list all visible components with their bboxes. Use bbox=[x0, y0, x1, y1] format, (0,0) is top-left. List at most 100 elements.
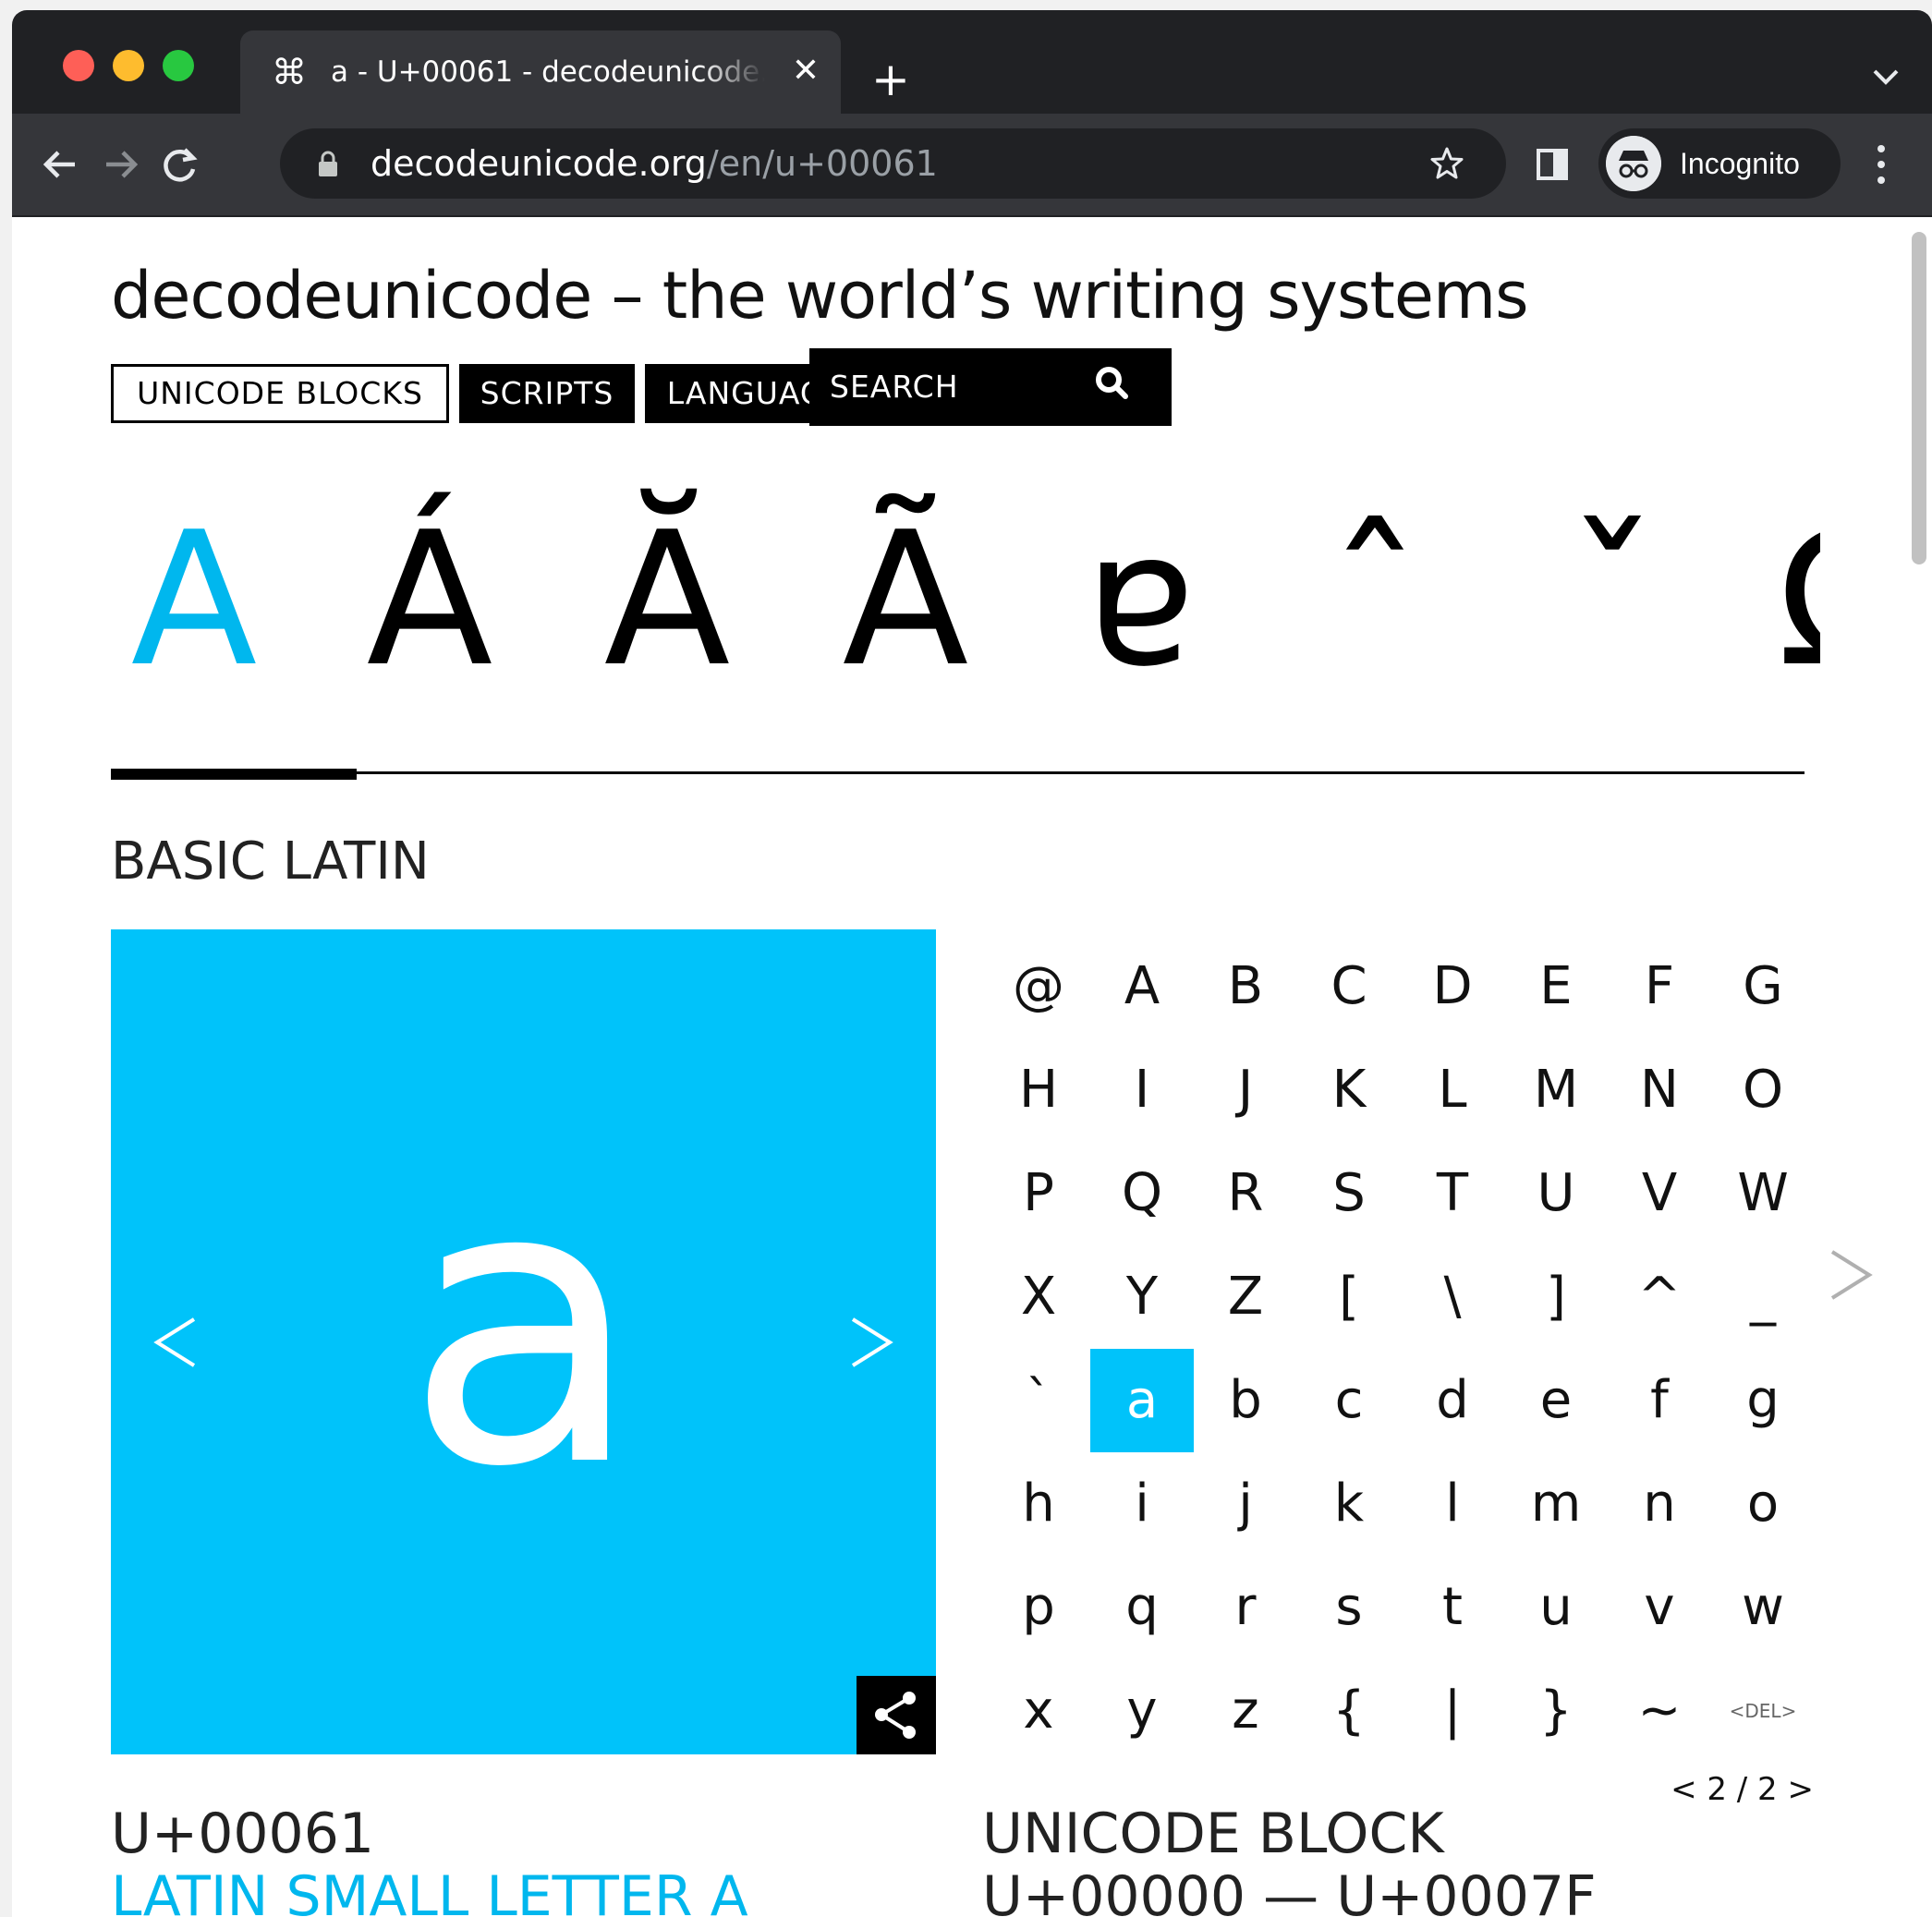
grid-character[interactable]: l bbox=[1401, 1452, 1504, 1556]
incognito-profile-button[interactable]: Incognito bbox=[1598, 128, 1841, 199]
grid-character[interactable]: v bbox=[1608, 1556, 1711, 1659]
grid-pager[interactable]: < 2 / 2 > bbox=[1666, 1769, 1814, 1810]
related-glyph[interactable]: Á bbox=[346, 485, 513, 716]
grid-character[interactable]: ^ bbox=[1608, 1245, 1711, 1349]
grid-character[interactable]: T bbox=[1401, 1142, 1504, 1245]
grid-character[interactable]: i bbox=[1090, 1452, 1194, 1556]
grid-character[interactable]: F bbox=[1608, 935, 1711, 1038]
grid-character[interactable]: C bbox=[1297, 935, 1401, 1038]
grid-character[interactable]: t bbox=[1401, 1556, 1504, 1659]
grid-character[interactable]: D bbox=[1401, 935, 1504, 1038]
search-icon[interactable] bbox=[1094, 365, 1131, 402]
new-tab-icon[interactable]: + bbox=[868, 56, 914, 103]
related-glyph[interactable]: Ã bbox=[822, 485, 989, 716]
grid-character[interactable]: L bbox=[1401, 1038, 1504, 1142]
grid-character[interactable]: n bbox=[1608, 1452, 1711, 1556]
next-character-icon[interactable] bbox=[844, 1310, 899, 1375]
grid-character[interactable]: S bbox=[1297, 1142, 1401, 1245]
grid-character[interactable]: A bbox=[1090, 935, 1194, 1038]
grid-character[interactable]: G bbox=[1711, 935, 1815, 1038]
grid-character[interactable]: P bbox=[987, 1142, 1090, 1245]
related-glyph[interactable]: Ω bbox=[1765, 485, 1820, 716]
related-glyph[interactable]: A bbox=[111, 485, 277, 716]
tab-close-icon[interactable]: ✕ bbox=[785, 51, 826, 91]
reload-icon[interactable] bbox=[154, 140, 204, 189]
grid-character[interactable]: Z bbox=[1194, 1245, 1297, 1349]
grid-character[interactable]: { bbox=[1297, 1659, 1401, 1763]
page-scrollbar[interactable] bbox=[1912, 224, 1930, 1915]
related-glyph[interactable]: ˆ bbox=[1292, 485, 1458, 716]
character-name[interactable]: LATIN SMALL LETTER A bbox=[111, 1862, 748, 1917]
grid-character[interactable]: } bbox=[1504, 1659, 1608, 1763]
grid-character[interactable]: K bbox=[1297, 1038, 1401, 1142]
grid-character[interactable]: s bbox=[1297, 1556, 1401, 1659]
close-window-button[interactable] bbox=[63, 50, 94, 81]
grid-character[interactable]: ` bbox=[987, 1349, 1090, 1452]
grid-character[interactable]: J bbox=[1194, 1038, 1297, 1142]
grid-character[interactable]: e bbox=[1504, 1349, 1608, 1452]
previous-character-icon[interactable] bbox=[148, 1310, 203, 1375]
grid-character[interactable]: r bbox=[1194, 1556, 1297, 1659]
grid-character[interactable]: j bbox=[1194, 1452, 1297, 1556]
grid-character[interactable]: Y bbox=[1090, 1245, 1194, 1349]
more-menu-icon[interactable] bbox=[1877, 145, 1886, 184]
grid-character[interactable]: p bbox=[987, 1556, 1090, 1659]
grid-character[interactable]: E bbox=[1504, 935, 1608, 1038]
grid-character[interactable]: d bbox=[1401, 1349, 1504, 1452]
grid-character[interactable]: W bbox=[1711, 1142, 1815, 1245]
active-tab[interactable]: ⌘ a - U+00061 - decodeunicode.org ✕ bbox=[240, 30, 841, 114]
grid-character[interactable]: \ bbox=[1401, 1245, 1504, 1349]
related-glyph[interactable]: Ă bbox=[584, 485, 750, 716]
grid-character[interactable]: ~ bbox=[1608, 1659, 1711, 1763]
grid-character[interactable]: z bbox=[1194, 1659, 1297, 1763]
grid-character[interactable]: c bbox=[1297, 1349, 1401, 1452]
grid-character[interactable]: q bbox=[1090, 1556, 1194, 1659]
nav-scripts[interactable]: SCRIPTS bbox=[459, 364, 635, 423]
star-icon[interactable] bbox=[1428, 145, 1465, 182]
search-input[interactable]: SEARCH bbox=[809, 348, 1172, 426]
grid-character[interactable]: y bbox=[1090, 1659, 1194, 1763]
tab-search-icon[interactable] bbox=[1867, 58, 1904, 95]
grid-character[interactable]: f bbox=[1608, 1349, 1711, 1452]
grid-character[interactable]: w bbox=[1711, 1556, 1815, 1659]
related-glyph[interactable]: ɐ bbox=[1057, 485, 1223, 716]
grid-character[interactable]: ] bbox=[1504, 1245, 1608, 1349]
grid-character[interactable]: @ bbox=[987, 935, 1090, 1038]
grid-character[interactable]: X bbox=[987, 1245, 1090, 1349]
grid-character[interactable]: g bbox=[1711, 1349, 1815, 1452]
grid-character[interactable]: [ bbox=[1297, 1245, 1401, 1349]
nav-unicode-blocks[interactable]: UNICODE BLOCKS bbox=[111, 364, 449, 423]
next-block-page-icon[interactable] bbox=[1823, 1243, 1878, 1307]
grid-character[interactable]: x bbox=[987, 1659, 1090, 1763]
grid-character[interactable]: Q bbox=[1090, 1142, 1194, 1245]
grid-character[interactable]: | bbox=[1401, 1659, 1504, 1763]
grid-character[interactable]: k bbox=[1297, 1452, 1401, 1556]
grid-character[interactable]: M bbox=[1504, 1038, 1608, 1142]
side-panel-icon[interactable] bbox=[1537, 149, 1568, 180]
zoom-window-button[interactable] bbox=[163, 50, 194, 81]
grid-character[interactable]: h bbox=[987, 1452, 1090, 1556]
grid-character[interactable]: a bbox=[1090, 1349, 1194, 1452]
grid-character[interactable]: U bbox=[1504, 1142, 1608, 1245]
unicode-block-range[interactable]: U+00000 — U+0007F bbox=[982, 1862, 1597, 1917]
grid-character[interactable]: R bbox=[1194, 1142, 1297, 1245]
grid-character[interactable]: u bbox=[1504, 1556, 1608, 1659]
grid-character[interactable]: O bbox=[1711, 1038, 1815, 1142]
grid-character[interactable]: H bbox=[987, 1038, 1090, 1142]
scrollbar-thumb[interactable] bbox=[1912, 232, 1926, 564]
grid-character[interactable]: _ bbox=[1711, 1245, 1815, 1349]
grid-character[interactable]: b bbox=[1194, 1349, 1297, 1452]
grid-character[interactable]: <DEL> bbox=[1711, 1659, 1815, 1763]
carousel-position-indicator[interactable] bbox=[111, 769, 357, 780]
grid-character[interactable]: m bbox=[1504, 1452, 1608, 1556]
grid-character[interactable]: I bbox=[1090, 1038, 1194, 1142]
lock-icon[interactable] bbox=[317, 151, 339, 178]
grid-character[interactable]: V bbox=[1608, 1142, 1711, 1245]
grid-character[interactable]: N bbox=[1608, 1038, 1711, 1142]
forward-icon[interactable] bbox=[95, 140, 145, 189]
minimize-window-button[interactable] bbox=[113, 50, 144, 81]
back-icon[interactable] bbox=[36, 140, 86, 189]
address-bar[interactable]: decodeunicode.org/en/u+00061 bbox=[280, 128, 1506, 199]
grid-character[interactable]: o bbox=[1711, 1452, 1815, 1556]
grid-character[interactable]: B bbox=[1194, 935, 1297, 1038]
